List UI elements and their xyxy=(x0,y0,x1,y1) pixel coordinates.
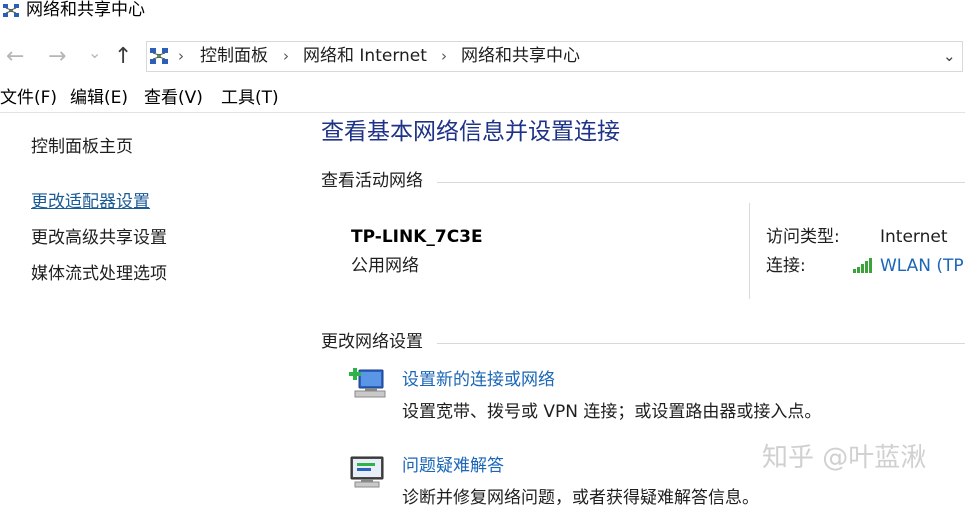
page-title: 查看基本网络信息并设置连接 xyxy=(321,119,620,145)
menu-bar: 文件(F) 编辑(E) 查看(V) 工具(T) xyxy=(0,84,965,113)
troubleshoot-problems-desc: 诊断并修复网络问题，或者获得疑难解答信息。 xyxy=(402,488,759,508)
connection-label: 连接: xyxy=(766,256,806,276)
wlan-connection-link[interactable]: WLAN (TP xyxy=(880,255,964,277)
setup-new-connection-link[interactable]: 设置新的连接或网络 xyxy=(402,369,555,391)
sidebar-change-adapter-settings[interactable]: 更改适配器设置 xyxy=(31,191,150,213)
menu-file[interactable]: 文件(F) xyxy=(0,87,57,109)
menu-tools[interactable]: 工具(T) xyxy=(221,87,279,109)
active-networks-header: 查看活动网络 xyxy=(321,171,423,191)
network-type-link[interactable]: 公用网络 xyxy=(351,255,419,277)
menu-view[interactable]: 查看(V) xyxy=(144,87,203,109)
network-sharing-center-icon xyxy=(150,48,168,64)
setup-new-connection-desc: 设置宽带、拨号或 VPN 连接；或设置路由器或接入点。 xyxy=(402,402,822,422)
up-button[interactable]: ↑ xyxy=(114,46,132,68)
breadcrumb-separator[interactable]: › xyxy=(283,45,289,67)
back-button[interactable]: ← xyxy=(6,46,24,68)
change-settings-header: 更改网络设置 xyxy=(321,332,423,352)
breadcrumb-control-panel[interactable]: 控制面板 xyxy=(200,45,268,67)
network-name: TP-LINK_7C3E xyxy=(351,227,483,247)
address-bar[interactable]: › 控制面板 › 网络和 Internet › 网络和共享中心 ⌄ xyxy=(146,41,963,72)
breadcrumb-separator[interactable]: › xyxy=(441,45,447,67)
section-divider xyxy=(437,343,965,344)
forward-button[interactable]: → xyxy=(48,46,66,68)
address-history-dropdown[interactable]: ⌄ xyxy=(943,45,956,67)
sidebar-control-panel-home[interactable]: 控制面板主页 xyxy=(31,136,133,158)
window-title: 网络和共享中心 xyxy=(26,0,145,20)
troubleshoot-icon xyxy=(350,456,384,488)
access-type-value: Internet xyxy=(880,227,948,247)
sidebar-advanced-sharing-settings[interactable]: 更改高级共享设置 xyxy=(31,227,167,249)
breadcrumb-separator[interactable]: › xyxy=(178,45,184,67)
breadcrumb-network-sharing-center[interactable]: 网络和共享中心 xyxy=(461,45,580,67)
title-bar: 网络和共享中心 xyxy=(0,0,965,24)
troubleshoot-problems-link[interactable]: 问题疑难解答 xyxy=(402,455,504,477)
new-connection-icon xyxy=(349,368,386,398)
vertical-divider xyxy=(749,203,750,299)
network-sharing-center-icon xyxy=(3,4,19,17)
watermark: 知乎 @叶蓝湫 xyxy=(762,443,927,473)
breadcrumb-network-internet[interactable]: 网络和 Internet xyxy=(303,45,427,67)
access-type-label: 访问类型: xyxy=(766,227,840,247)
wifi-signal-icon xyxy=(853,258,872,273)
recent-locations-button[interactable]: ⌄ xyxy=(88,42,101,64)
section-divider xyxy=(437,182,965,183)
sidebar-media-streaming-options[interactable]: 媒体流式处理选项 xyxy=(31,263,167,285)
menu-edit[interactable]: 编辑(E) xyxy=(70,87,128,109)
